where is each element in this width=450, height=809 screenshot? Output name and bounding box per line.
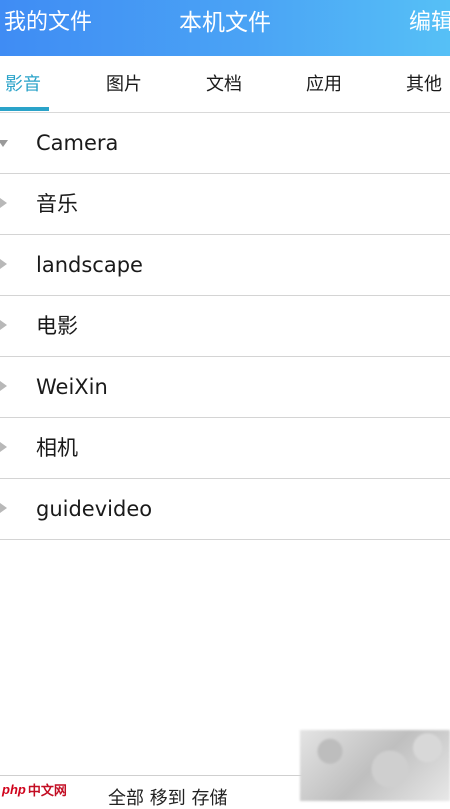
bottom-toolbar-partial-text: 全部 移到 存储 [108, 788, 228, 809]
watermark-site-text: 中文网 [27, 782, 67, 798]
page-title: 本机文件 [179, 10, 271, 36]
caret-right-icon[interactable] [0, 259, 7, 269]
blurred-thumbnail [300, 730, 450, 801]
folder-name: guidevideo [36, 497, 153, 521]
folder-name: 电影 [36, 314, 78, 338]
php-cn-watermark-logo: php 中文网 [2, 780, 67, 798]
tab-images[interactable]: 图片 [106, 56, 142, 112]
folder-name: Camera [36, 131, 119, 155]
active-tab-indicator [0, 107, 49, 111]
caret-down-icon[interactable] [0, 140, 8, 147]
edit-button[interactable]: 编辑 [409, 10, 450, 36]
folder-name: landscape [36, 253, 143, 277]
folder-row-movies[interactable]: 电影 [0, 296, 450, 357]
folder-row-landscape[interactable]: landscape [0, 235, 450, 296]
folder-row-guidevideo[interactable]: guidevideo [0, 479, 450, 540]
folder-name: WeiXin [36, 375, 108, 399]
folder-name: 音乐 [36, 192, 78, 216]
folder-row-camera-cn[interactable]: 相机 [0, 418, 450, 479]
bottom-divider [0, 775, 310, 776]
tab-other[interactable]: 其他 [406, 56, 442, 112]
caret-right-icon[interactable] [0, 381, 7, 391]
category-tabs: 影音 图片 文档 应用 其他 [0, 56, 450, 113]
folder-row-weixin[interactable]: WeiXin [0, 357, 450, 418]
folder-name: 相机 [36, 436, 78, 460]
php-logo-mark: php [2, 781, 26, 797]
tab-apps[interactable]: 应用 [306, 56, 342, 112]
app-header: 我的文件 本机文件 编辑 [0, 0, 450, 56]
caret-right-icon[interactable] [0, 198, 7, 208]
folder-list: Camera 音乐 landscape 电影 WeiXin 相机 guidevi… [0, 113, 450, 540]
caret-right-icon[interactable] [0, 503, 7, 513]
folder-row-music[interactable]: 音乐 [0, 174, 450, 235]
caret-right-icon[interactable] [0, 442, 7, 452]
caret-right-icon[interactable] [0, 320, 7, 330]
folder-row-camera[interactable]: Camera [0, 113, 450, 174]
tab-media[interactable]: 影音 [5, 56, 41, 112]
tab-documents[interactable]: 文档 [206, 56, 242, 112]
